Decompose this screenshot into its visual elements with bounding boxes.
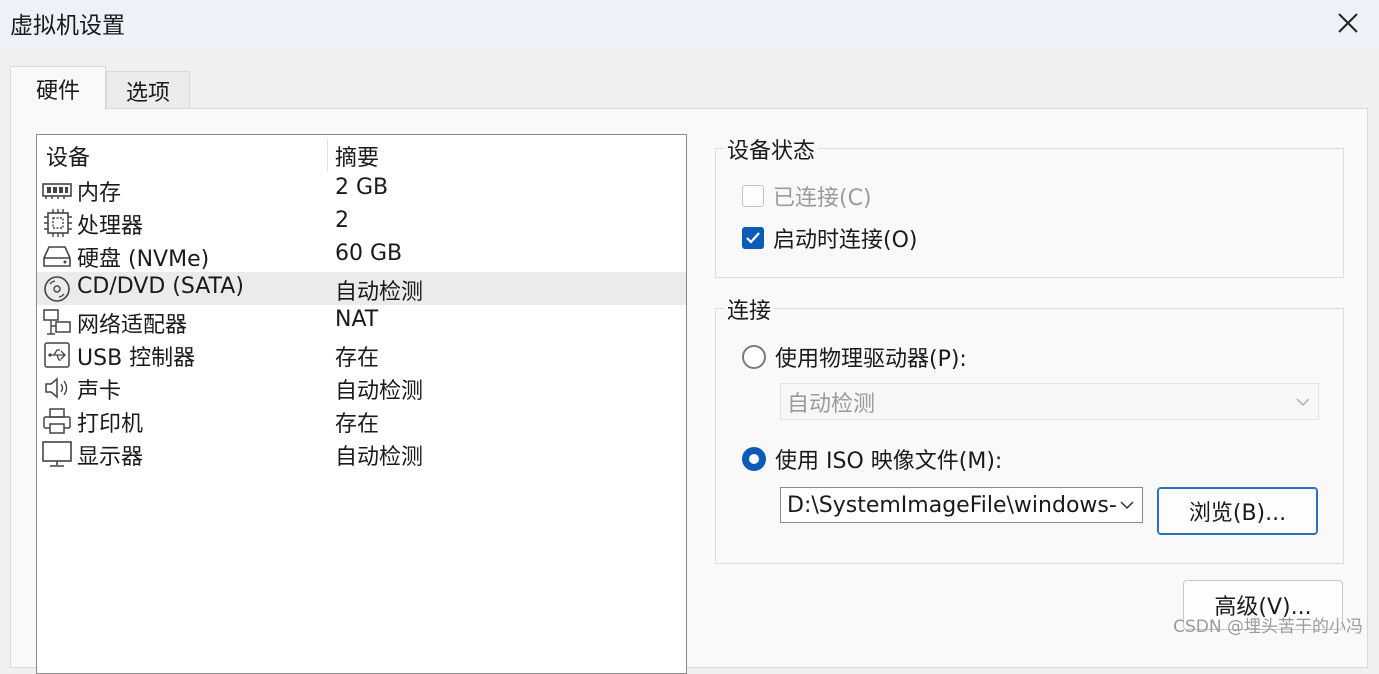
connect-at-power-on-checkbox[interactable]: 启动时连接(O) bbox=[742, 222, 917, 254]
printer-icon bbox=[43, 408, 71, 434]
tab-hardware[interactable]: 硬件 bbox=[10, 66, 106, 110]
device-summary: 存在 bbox=[335, 346, 380, 371]
device-name: 声卡 bbox=[77, 379, 122, 404]
device-summary: 自动检测 bbox=[335, 445, 424, 470]
device-name: 内存 bbox=[77, 181, 122, 206]
iso-path-value: D:\SystemImageFile\windows- bbox=[787, 492, 1117, 518]
watermark-text: CSDN @埋头苦干的小冯 bbox=[1173, 617, 1363, 637]
device-summary: 自动检测 bbox=[335, 280, 424, 305]
network-adapter-icon bbox=[43, 309, 71, 335]
device-row-sound-card[interactable]: 声卡 自动检测 bbox=[37, 371, 686, 404]
checkbox-unchecked bbox=[742, 185, 764, 207]
physical-drive-dropdown[interactable]: 自动检测 bbox=[780, 383, 1319, 420]
device-list[interactable]: 设备 摘要 内存 2 GB 处理器 2 硬盘 (NVMe) 60 GB CD/D… bbox=[36, 134, 687, 674]
column-divider[interactable] bbox=[327, 139, 328, 171]
device-list-header: 设备 摘要 bbox=[37, 135, 686, 173]
physical-drive-value: 自动检测 bbox=[787, 391, 876, 417]
radio-unselected bbox=[742, 345, 766, 369]
device-row-display[interactable]: 显示器 自动检测 bbox=[37, 437, 686, 470]
device-name: 显示器 bbox=[77, 445, 144, 470]
physical-drive-radio[interactable]: 使用物理驱动器(P): bbox=[742, 341, 967, 373]
memory-icon bbox=[42, 183, 72, 199]
column-header-device[interactable]: 设备 bbox=[46, 140, 90, 172]
device-row-usb[interactable]: USB 控制器 存在 bbox=[37, 338, 686, 371]
radio-selected bbox=[742, 447, 766, 471]
device-summary: 自动检测 bbox=[335, 379, 424, 404]
device-status-title: 设备状态 bbox=[724, 133, 819, 165]
device-summary: 2 GB bbox=[335, 175, 389, 200]
device-name: 打印机 bbox=[77, 412, 144, 437]
device-status-group: 设备状态 已连接(C) 启动时连接(O) bbox=[715, 133, 1344, 278]
connect-at-power-on-label: 启动时连接(O) bbox=[773, 228, 918, 253]
browse-button[interactable]: 浏览(B)... bbox=[1157, 487, 1318, 535]
iso-image-label: 使用 ISO 映像文件(M): bbox=[775, 449, 1003, 474]
device-summary: 2 bbox=[335, 208, 349, 233]
close-icon bbox=[1338, 13, 1358, 33]
usb-icon bbox=[44, 342, 70, 368]
checkmark-icon bbox=[742, 227, 764, 249]
connection-group: 连接 使用物理驱动器(P): 自动检测 使用 ISO 映像文件(M): D:\S… bbox=[715, 293, 1344, 564]
cd-dvd-icon bbox=[44, 276, 70, 302]
device-row-memory[interactable]: 内存 2 GB bbox=[37, 173, 686, 206]
column-header-summary[interactable]: 摘要 bbox=[335, 140, 379, 172]
display-icon bbox=[42, 441, 72, 467]
title-bar: 虚拟机设置 bbox=[0, 0, 1379, 50]
harddisk-icon bbox=[43, 246, 71, 267]
device-summary: 存在 bbox=[335, 412, 380, 437]
device-row-harddisk[interactable]: 硬盘 (NVMe) 60 GB bbox=[37, 239, 686, 272]
device-row-network-adapter[interactable]: 网络适配器 NAT bbox=[37, 305, 686, 338]
device-row-processor[interactable]: 处理器 2 bbox=[37, 206, 686, 239]
iso-path-combobox[interactable]: D:\SystemImageFile\windows- bbox=[780, 487, 1143, 523]
device-name: USB 控制器 bbox=[77, 346, 196, 371]
device-summary: NAT bbox=[335, 307, 379, 332]
chevron-down-icon bbox=[1296, 397, 1310, 406]
processor-icon bbox=[44, 209, 72, 237]
device-row-cd-dvd[interactable]: CD/DVD (SATA) 自动检测 bbox=[37, 272, 686, 305]
chevron-down-icon bbox=[1120, 500, 1134, 510]
window-title: 虚拟机设置 bbox=[10, 13, 125, 39]
physical-drive-label: 使用物理驱动器(P): bbox=[775, 347, 967, 372]
sound-card-icon bbox=[45, 377, 68, 399]
device-name: CD/DVD (SATA) bbox=[77, 274, 244, 299]
device-row-printer[interactable]: 打印机 存在 bbox=[37, 404, 686, 437]
close-button[interactable] bbox=[1317, 0, 1379, 46]
device-summary: 60 GB bbox=[335, 241, 403, 266]
device-name: 硬盘 (NVMe) bbox=[77, 247, 210, 272]
connection-title: 连接 bbox=[724, 293, 775, 325]
iso-image-radio[interactable]: 使用 ISO 映像文件(M): bbox=[742, 443, 1002, 475]
connected-checkbox[interactable]: 已连接(C) bbox=[742, 180, 872, 212]
tab-options[interactable]: 选项 bbox=[106, 71, 190, 109]
device-name: 网络适配器 bbox=[77, 313, 188, 338]
connected-label: 已连接(C) bbox=[773, 186, 872, 211]
device-name: 处理器 bbox=[77, 214, 144, 239]
